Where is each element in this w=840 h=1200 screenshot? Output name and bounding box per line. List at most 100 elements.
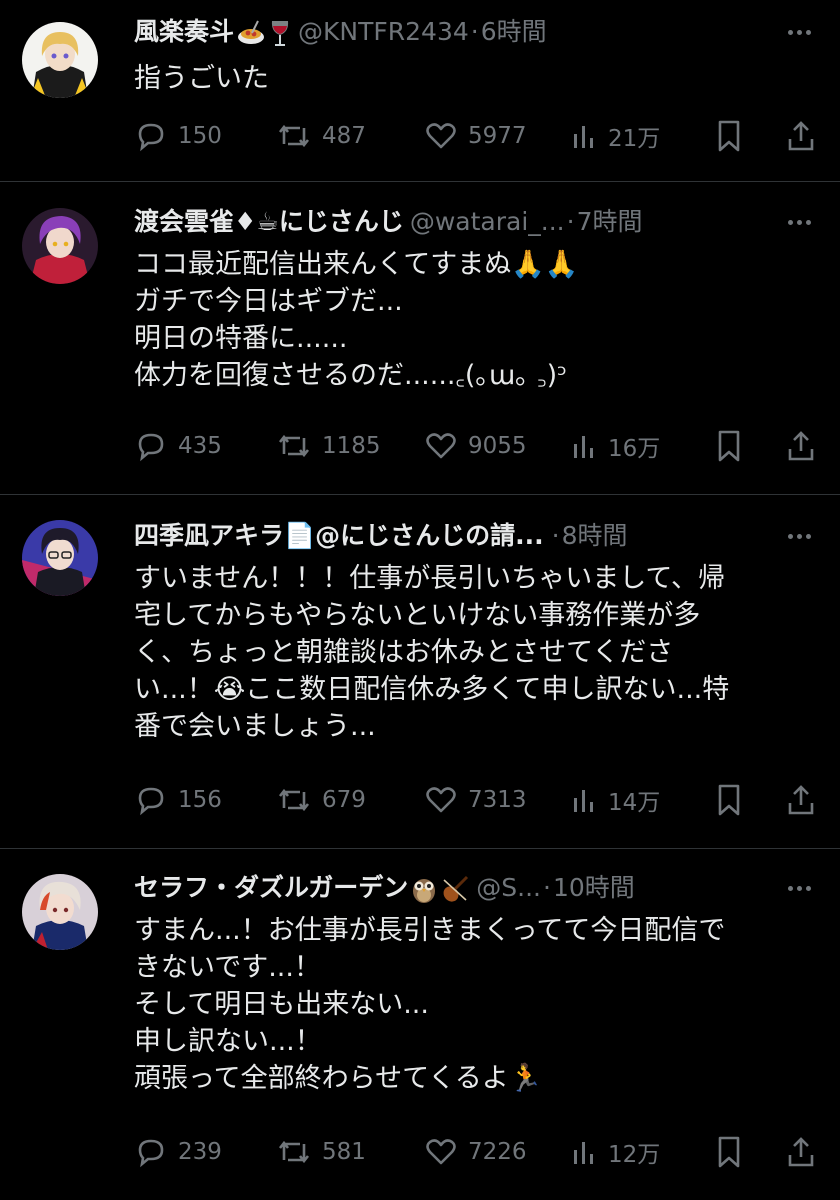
view-count: 12万 <box>608 1142 661 1168</box>
retweet-icon <box>278 788 310 812</box>
avatar[interactable] <box>22 874 98 950</box>
reply-button[interactable]: 435 <box>134 426 222 466</box>
tweet-text-line: 指うごいた <box>134 63 269 94</box>
handle[interactable]: @watarai_... <box>410 207 565 236</box>
views-button[interactable]: 16万 <box>570 426 660 466</box>
violin-emoji <box>440 874 470 904</box>
retweet-icon <box>278 124 310 148</box>
more-options-icon[interactable] <box>784 870 814 906</box>
share-button[interactable] <box>786 780 816 820</box>
display-name[interactable]: セラフ・ダズルガーデン <box>134 873 408 902</box>
divider <box>0 181 840 182</box>
bookmark-button[interactable] <box>714 1132 744 1172</box>
tweet-text-line: い...！😭ここ数日配信休み多くて申し訳ない...特 <box>134 674 730 705</box>
like-button[interactable]: 5977 <box>424 116 527 156</box>
like-button[interactable]: 9055 <box>424 426 527 466</box>
views-icon <box>574 126 593 148</box>
tweet-text-line: 申し訳ない...！ <box>134 1026 322 1057</box>
share-icon <box>788 1137 814 1167</box>
tweet-text: 指うごいた <box>134 60 812 97</box>
views-button[interactable]: 21万 <box>570 116 660 156</box>
share-button[interactable] <box>786 1132 816 1172</box>
reply-button[interactable]: 239 <box>134 1132 222 1172</box>
reply-icon <box>138 433 164 462</box>
more-options-icon[interactable] <box>784 204 814 240</box>
tweet-header: セラフ・ダズルガーデン @S...·10時間 <box>134 870 780 906</box>
reply-button[interactable]: 150 <box>134 116 222 156</box>
tweet-text: ココ最近配信出来んくてすまぬ🙏🙏 ガチで今日はギブだ... 明日の特番に....… <box>134 246 812 394</box>
separator-dot: · <box>542 873 551 902</box>
share-button[interactable] <box>786 116 816 156</box>
more-options-icon[interactable] <box>784 14 814 50</box>
view-count: 16万 <box>608 436 661 462</box>
retweet-button[interactable]: 581 <box>276 1132 366 1172</box>
timestamp[interactable]: 6時間 <box>481 17 547 46</box>
action-bar: 239 581 7226 12万 <box>134 1132 816 1172</box>
tweet[interactable]: セラフ・ダズルガーデン @S...·10時間 すまん...！お仕事が長引きまくって… <box>0 870 840 1190</box>
timestamp[interactable]: 8時間 <box>562 521 628 550</box>
like-button[interactable]: 7226 <box>424 1132 527 1172</box>
reply-button[interactable]: 156 <box>134 780 222 820</box>
views-button[interactable]: 14万 <box>570 780 660 820</box>
spaghetti-emoji <box>236 19 266 47</box>
view-count: 21万 <box>608 126 661 152</box>
handle[interactable]: @KNTFR2434 <box>298 17 469 46</box>
wine-glass-emoji <box>268 18 292 48</box>
timestamp[interactable]: 7時間 <box>577 207 643 236</box>
avatar[interactable] <box>22 520 98 596</box>
timestamp[interactable]: 10時間 <box>553 873 635 902</box>
tweet-text-line: く、ちょっと朝雑談はお休みとさせてくださ <box>134 637 674 668</box>
bookmark-icon <box>718 430 740 462</box>
views-icon <box>574 1142 593 1164</box>
share-icon <box>788 785 814 815</box>
separator-dot: · <box>566 207 575 236</box>
display-name[interactable]: 風楽奏斗 <box>134 17 234 46</box>
tweet-text: すまん...！お仕事が長引きまくってて今日配信で きないです...！ そして明日… <box>134 912 812 1097</box>
display-name[interactable]: 渡会雲雀♦☕にじさんじ <box>134 207 404 236</box>
tweet[interactable]: 四季凪アキラ📄@にじさんじの請... ·8時間 すいません！！！仕事が長引いちゃい… <box>0 518 840 848</box>
tweet[interactable]: 風楽奏斗 @KNTFR2434·6時間 指うごいた 150 487 5977 21… <box>0 14 840 182</box>
retweet-count: 1185 <box>322 433 381 459</box>
retweet-icon <box>278 434 310 458</box>
reply-count: 156 <box>178 787 222 813</box>
reply-icon <box>138 1139 164 1168</box>
tweet-text-line: 宅してからもやらないといけない事務作業が多 <box>134 600 701 631</box>
heart-icon <box>426 123 456 149</box>
tweet[interactable]: 渡会雲雀♦☕にじさんじ @watarai_...·7時間 ココ最近配信出来んくてす… <box>0 204 840 494</box>
retweet-button[interactable]: 1185 <box>276 426 381 466</box>
like-count: 7226 <box>468 1139 527 1165</box>
more-options-icon[interactable] <box>784 518 814 554</box>
reply-count: 239 <box>178 1139 222 1165</box>
bookmark-button[interactable] <box>714 116 744 156</box>
divider <box>0 494 840 495</box>
tweet-text-line: ガチで今日はギブだ... <box>134 286 403 317</box>
bookmark-icon <box>718 784 740 816</box>
retweet-button[interactable]: 487 <box>276 116 366 156</box>
reply-count: 435 <box>178 433 222 459</box>
display-name[interactable]: 四季凪アキラ📄@にじさんじの請... <box>134 521 544 550</box>
view-count: 14万 <box>608 790 661 816</box>
like-button[interactable]: 7313 <box>424 780 527 820</box>
avatar[interactable] <box>22 22 98 98</box>
bookmark-button[interactable] <box>714 426 744 466</box>
bookmark-icon <box>718 1136 740 1168</box>
retweet-count: 487 <box>322 123 366 149</box>
views-button[interactable]: 12万 <box>570 1132 660 1172</box>
tweet-text-line: 番で会いましょう... <box>134 711 376 742</box>
retweet-icon <box>278 1140 310 1164</box>
share-button[interactable] <box>786 426 816 466</box>
retweet-button[interactable]: 679 <box>276 780 366 820</box>
share-icon <box>788 431 814 461</box>
like-count: 5977 <box>468 123 527 149</box>
action-bar: 435 1185 9055 16万 <box>134 426 816 466</box>
like-count: 9055 <box>468 433 527 459</box>
handle[interactable]: @S... <box>476 873 541 902</box>
like-count: 7313 <box>468 787 527 813</box>
bookmark-button[interactable] <box>714 780 744 820</box>
tweet-text-line: すまん...！お仕事が長引きまくってて今日配信で <box>134 915 726 946</box>
separator-dot: · <box>470 17 479 46</box>
action-bar: 156 679 7313 14万 <box>134 780 816 820</box>
avatar[interactable] <box>22 208 98 284</box>
action-bar: 150 487 5977 21万 <box>134 116 816 156</box>
tweet-text-line: 頑張って全部終わらせてくるよ🏃 <box>134 1063 543 1094</box>
